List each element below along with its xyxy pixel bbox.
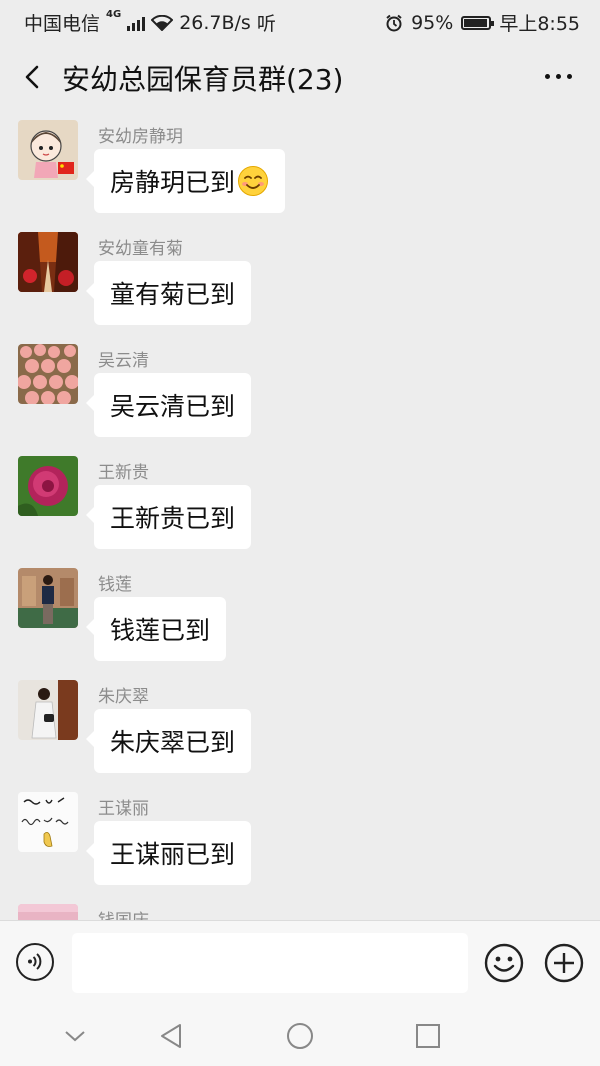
plus-icon[interactable]	[544, 943, 584, 983]
message-bubble[interactable]: 钱莲已到	[85, 597, 227, 661]
cartoon-girl-avatar[interactable]	[18, 120, 78, 180]
message-text: 王谋丽已到	[110, 840, 236, 869]
nav-home-icon[interactable]	[286, 1022, 314, 1050]
chat-title: 安幼总园保育员群(23)	[62, 63, 344, 96]
message-item: 安幼房静玥 房静玥已到	[0, 116, 600, 228]
alarm-icon	[386, 14, 402, 31]
nav-back-icon[interactable]	[158, 1022, 186, 1050]
message-bubble[interactable]: 朱庆翠已到	[85, 709, 252, 773]
message-item: 安幼童有菊 童有菊已到	[0, 228, 600, 340]
clock: 早上8:55	[499, 13, 580, 35]
sender-name: 王新贵	[98, 463, 149, 483]
listen-indicator: 听	[256, 13, 276, 35]
woman-photo-avatar[interactable]	[18, 568, 78, 628]
sender-name: 朱庆翠	[98, 687, 149, 707]
pink-avatar[interactable]	[18, 904, 78, 920]
message-text: 房静玥已到	[110, 168, 236, 197]
message-text: 童有菊已到	[110, 280, 236, 309]
message-text: 吴云清已到	[110, 392, 236, 421]
message-input[interactable]	[72, 933, 468, 993]
message-item: 王谋丽 王谋丽已到	[0, 788, 600, 900]
sender-name: 钱国庆	[98, 906, 149, 920]
emoji-icon[interactable]	[484, 943, 524, 983]
peony-avatar[interactable]	[18, 456, 78, 516]
signal-icon	[127, 15, 146, 31]
woman-standing-avatar[interactable]	[18, 680, 78, 740]
message-bubble[interactable]: 房静玥已到	[85, 149, 286, 213]
sender-name: 安幼童有菊	[98, 239, 183, 259]
sender-name: 钱莲	[98, 575, 132, 595]
nav-down-icon[interactable]	[61, 1022, 89, 1050]
message-bubble[interactable]: 童有菊已到	[85, 261, 252, 325]
battery-icon	[461, 15, 495, 30]
message-list[interactable]: 安幼房静玥 房静玥已到 安幼童有菊 童有菊已到 吴云清 吴云清已到 王新贵 王新…	[0, 114, 600, 920]
message-item: 朱庆翠 朱庆翠已到	[0, 676, 600, 788]
wifi-icon	[151, 14, 174, 31]
message-item: 钱莲 钱莲已到	[0, 564, 600, 676]
message-bubble[interactable]: 王谋丽已到	[85, 821, 252, 885]
network-speed: 26.7B/s	[179, 11, 251, 34]
message-item: 王新贵 王新贵已到	[0, 452, 600, 564]
message-item: 吴云清 吴云清已到	[0, 340, 600, 452]
status-bar: 中国电信 4G 26.7B/s 听 95% 早上8:55	[0, 0, 600, 40]
more-dots-icon[interactable]	[545, 74, 572, 79]
network-badge: 4G	[106, 9, 122, 20]
chat-header: 安幼总园保育员群(23)	[0, 40, 600, 114]
message-bubble[interactable]: 王新贵已到	[85, 485, 252, 549]
message-text: 钱莲已到	[110, 616, 211, 645]
nav-recent-icon[interactable]	[414, 1022, 442, 1050]
sender-name: 王谋丽	[98, 799, 149, 819]
input-bar	[0, 920, 600, 1007]
message-item: 钱国庆	[0, 900, 600, 920]
carrier-label: 中国电信	[24, 13, 101, 35]
sender-name: 吴云清	[98, 351, 149, 371]
message-bubble[interactable]: 吴云清已到	[85, 373, 252, 437]
message-text: 王新贵已到	[110, 504, 236, 533]
message-text: 朱庆翠已到	[110, 728, 236, 757]
pink-flowers-avatar[interactable]	[18, 344, 78, 404]
handwriting-avatar[interactable]	[18, 792, 78, 852]
sender-name: 安幼房静玥	[98, 127, 183, 147]
autumn-forest-avatar[interactable]	[18, 232, 78, 292]
smiling-face-emoji	[238, 166, 269, 196]
voice-icon[interactable]	[16, 943, 54, 981]
system-nav-bar	[0, 1006, 600, 1066]
battery-percent: 95%	[411, 11, 454, 34]
chevron-left-icon[interactable]	[18, 62, 48, 92]
